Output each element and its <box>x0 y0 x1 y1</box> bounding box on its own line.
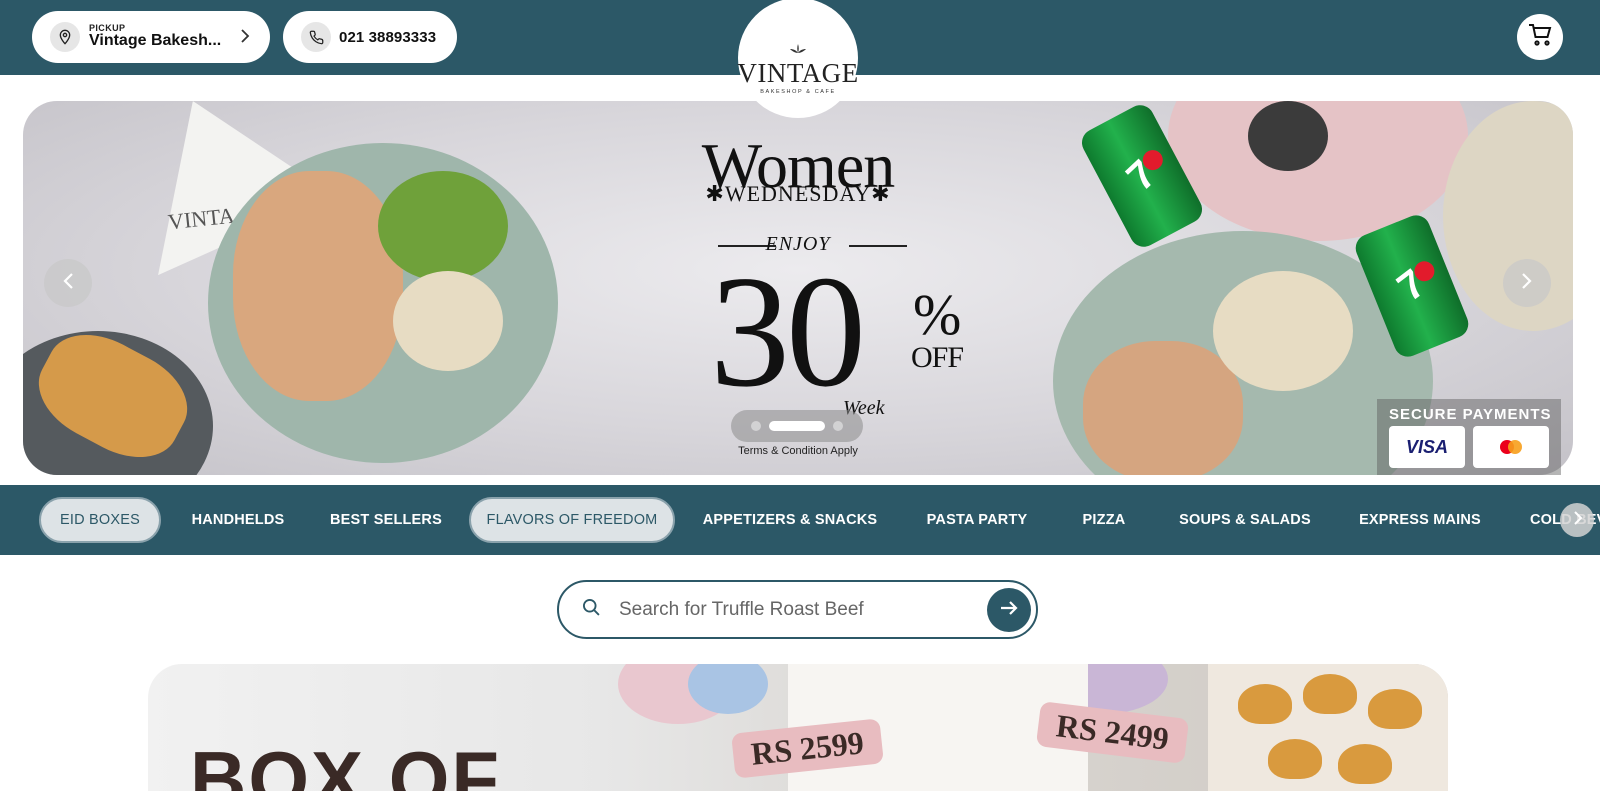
visa-logo: VISA <box>1389 426 1465 468</box>
category-eid-boxes[interactable]: EID BOXES <box>39 497 161 543</box>
search-input[interactable] <box>619 598 979 621</box>
slider-bun-image <box>1338 744 1392 784</box>
secure-payments-title: SECURE PAYMENTS <box>1389 406 1552 423</box>
arrow-right-icon <box>1000 600 1018 621</box>
chevron-right-icon <box>1573 510 1582 530</box>
promo-off: OFF <box>911 341 964 374</box>
logo-wordmark: VINTAGE <box>737 57 859 88</box>
cart-icon <box>1528 23 1552 51</box>
category-appetizers-snacks[interactable]: APPETIZERS & SNACKS <box>699 497 881 543</box>
category-soups-salads[interactable]: SOUPS & SALADS <box>1165 497 1325 543</box>
category-express-mains[interactable]: EXPRESS MAINS <box>1355 497 1485 543</box>
promo-discount-number: 30 <box>710 242 866 420</box>
search-icon <box>581 597 601 622</box>
search-bar <box>557 580 1038 639</box>
slider-bun-image <box>1368 689 1422 729</box>
banner-prev-button[interactable] <box>44 259 92 307</box>
chevron-right-icon <box>240 29 250 48</box>
carousel-dot[interactable] <box>833 421 843 431</box>
category-best-sellers[interactable]: BEST SELLERS <box>326 497 446 543</box>
pickup-label: PICKUP <box>89 22 126 33</box>
pickup-location-button[interactable]: PICKUP Vintage Bakesh... <box>32 11 270 63</box>
category-nav: EID BOXES HANDHELDS BEST SELLERS FLAVORS… <box>0 485 1600 555</box>
promo-percent: % <box>913 282 962 347</box>
location-pin-icon <box>50 22 80 52</box>
top-header: PICKUP Vintage Bakesh... 021 38893333 VI… <box>0 0 1600 118</box>
banner-next-button[interactable] <box>1503 259 1551 307</box>
eid-boxes-promo-banner[interactable]: BOX OF RS 2599 RS 2499 <box>148 664 1448 791</box>
category-pizza[interactable]: PIZZA <box>1074 497 1134 543</box>
pickup-location-name: Vintage Bakesh... <box>89 33 222 50</box>
slider-bun-image <box>1238 684 1292 724</box>
leaf-icon <box>789 40 807 58</box>
category-handhelds[interactable]: HANDHELDS <box>180 497 296 543</box>
logo-subtitle: BAKESHOP & CAFE <box>760 88 836 95</box>
promo-title: BOX OF <box>190 735 502 791</box>
category-scroll-right-button[interactable] <box>1560 503 1594 537</box>
category-flavors-of-freedom[interactable]: FLAVORS OF FREEDOM <box>469 497 675 543</box>
carousel-dot[interactable] <box>751 421 761 431</box>
search-submit-button[interactable] <box>987 588 1031 632</box>
slider-bun-image <box>1303 674 1357 714</box>
promo-subheadline: ✱WEDNESDAY✱ <box>705 181 891 206</box>
carousel-dot-active[interactable] <box>769 421 825 431</box>
mastercard-logo <box>1473 426 1549 468</box>
terms-text: Terms & Condition Apply <box>738 445 858 457</box>
carousel-indicator <box>731 410 863 442</box>
chevron-left-icon <box>62 272 74 295</box>
phone-icon <box>301 22 331 52</box>
category-pasta-party[interactable]: PASTA PARTY <box>912 497 1042 543</box>
slider-bun-image <box>1268 739 1322 779</box>
pickup-text: PICKUP Vintage Bakesh... <box>89 22 222 50</box>
cart-button[interactable] <box>1517 14 1563 60</box>
burger-box-image <box>1208 664 1448 791</box>
secure-payments-badge: SECURE PAYMENTS VISA <box>1377 399 1561 475</box>
brand-logo[interactable]: VINTAGE BAKESHOP & CAFE <box>737 0 859 118</box>
chevron-right-icon <box>1521 272 1533 295</box>
phone-number: 021 38893333 <box>339 28 437 46</box>
phone-button[interactable]: 021 38893333 <box>283 11 457 63</box>
